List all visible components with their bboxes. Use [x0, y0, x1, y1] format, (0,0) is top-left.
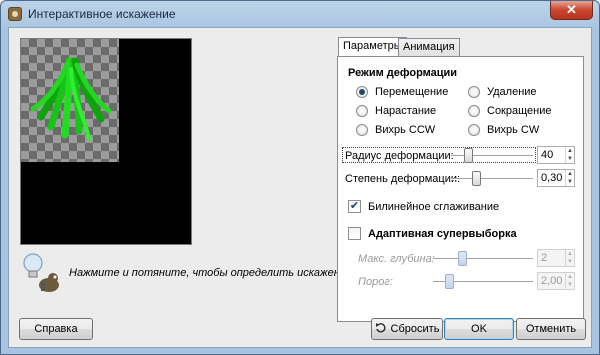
strength-slider-track[interactable]: [451, 178, 533, 180]
spin-up-icon[interactable]: ▲: [566, 250, 574, 258]
lightbulb-wilber-icon: [19, 251, 63, 295]
help-button-label: Справка: [34, 323, 78, 335]
radio-shrink-label[interactable]: Сокращение: [487, 105, 552, 117]
spin-up-icon[interactable]: ▲: [566, 273, 574, 281]
reset-button-label: Сбросить: [390, 323, 440, 335]
strength-label: Степень деформации:: [345, 173, 461, 185]
threshold-value[interactable]: 2,00: [541, 275, 562, 287]
radio-shrink-indicator[interactable]: [468, 105, 480, 117]
tab-parameters[interactable]: Параметры: [338, 37, 407, 57]
gimp-app-icon: [8, 7, 22, 21]
spin-up-icon[interactable]: ▲: [566, 147, 574, 155]
preview-image: [21, 39, 119, 162]
max-depth-label: Макс. глубина:: [358, 253, 435, 265]
strength-value[interactable]: 0,30: [541, 172, 562, 184]
radio-move-indicator[interactable]: [356, 86, 368, 98]
deformation-mode-title: Режим деформации: [348, 67, 458, 79]
radio-swirl-ccw-indicator[interactable]: [356, 124, 368, 136]
threshold-label: Порог:: [358, 276, 393, 288]
strength-spin-arrows[interactable]: ▲ ▼: [565, 170, 574, 186]
title-bar[interactable]: Интерактивное искажение ✕: [1, 1, 599, 27]
radius-value[interactable]: 40: [541, 149, 553, 161]
radio-move-label[interactable]: Перемещение: [375, 86, 448, 98]
bilinear-checkbox[interactable]: ✔: [348, 200, 361, 213]
strength-spinbox[interactable]: 0,30 ▲ ▼: [537, 169, 575, 187]
radio-remove-label[interactable]: Удаление: [487, 86, 537, 98]
preview-canvas[interactable]: [20, 38, 192, 245]
reset-button[interactable]: Сбросить: [371, 318, 443, 340]
spin-down-icon[interactable]: ▼: [566, 281, 574, 289]
tab-parameters-label: Параметры: [343, 40, 402, 52]
radio-grow-indicator[interactable]: [356, 105, 368, 117]
max-depth-value[interactable]: 2: [541, 252, 547, 264]
radius-spin-arrows[interactable]: ▲ ▼: [565, 147, 574, 163]
reset-icon: [375, 321, 387, 341]
radio-swirl-cw-label[interactable]: Вихрь CW: [487, 124, 539, 136]
dialog-content: Нажмите и потяните, чтобы определить иск…: [8, 27, 592, 348]
tab-animation-label: Анимация: [403, 41, 455, 53]
tab-animation[interactable]: Анимация: [398, 38, 460, 56]
radio-swirl-cw-indicator[interactable]: [468, 124, 480, 136]
max-depth-slider-thumb[interactable]: [458, 251, 467, 266]
close-button[interactable]: ✕: [550, 1, 593, 20]
spin-down-icon[interactable]: ▼: [566, 178, 574, 186]
cancel-button-label: Отменить: [525, 323, 577, 335]
threshold-spin-arrows[interactable]: ▲ ▼: [565, 273, 574, 289]
radius-spinbox[interactable]: 40 ▲ ▼: [537, 146, 575, 164]
ok-button[interactable]: OK: [444, 318, 514, 340]
parameters-panel: Режим деформации Перемещение Удаление На…: [337, 56, 584, 322]
hint-text: Нажмите и потяните, чтобы определить иск…: [69, 267, 356, 279]
max-depth-spin-arrows[interactable]: ▲ ▼: [565, 250, 574, 266]
adaptive-checkbox[interactable]: [348, 227, 361, 240]
dialog-window: Интерактивное искажение ✕ Нажмите и потя…: [0, 0, 600, 355]
radio-swirl-ccw-label[interactable]: Вихрь CCW: [375, 124, 435, 136]
max-depth-spinbox[interactable]: 2 ▲ ▼: [537, 249, 575, 267]
max-depth-slider-track[interactable]: [433, 258, 533, 260]
strength-slider-thumb[interactable]: [472, 171, 481, 186]
green-shape-preview: [30, 57, 112, 141]
cancel-button[interactable]: Отменить: [516, 318, 586, 340]
radio-grow-label[interactable]: Нарастание: [375, 105, 436, 117]
help-button[interactable]: Справка: [19, 318, 93, 340]
spin-down-icon[interactable]: ▼: [566, 155, 574, 163]
spin-down-icon[interactable]: ▼: [566, 258, 574, 266]
radio-remove-indicator[interactable]: [468, 86, 480, 98]
spin-up-icon[interactable]: ▲: [566, 170, 574, 178]
threshold-slider-thumb[interactable]: [445, 274, 454, 289]
radius-slider-thumb[interactable]: [464, 148, 473, 163]
ok-button-label: OK: [471, 323, 487, 335]
threshold-spinbox[interactable]: 2,00 ▲ ▼: [537, 272, 575, 290]
radius-label: Радиус деформации:: [345, 150, 454, 162]
adaptive-label[interactable]: Адаптивная супервыборка: [368, 228, 517, 240]
window-title: Интерактивное искажение: [28, 7, 176, 21]
bilinear-label[interactable]: Билинейное сглаживание: [368, 201, 499, 213]
